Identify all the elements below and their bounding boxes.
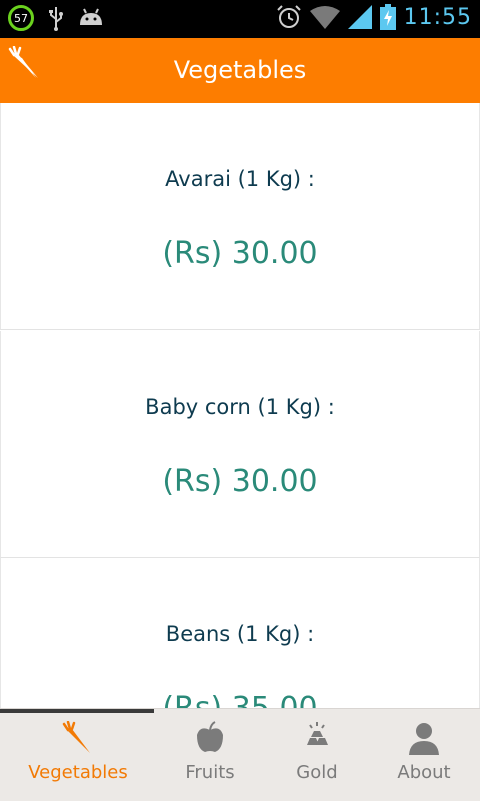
tab-gold[interactable]: Gold (257, 709, 377, 801)
list-item[interactable]: Avarai (1 Kg) : (Rs) 30.00 (0, 103, 480, 330)
status-right: 11:55 (276, 4, 472, 30)
status-clock: 11:55 (403, 4, 472, 30)
status-left: 57 (8, 5, 104, 31)
item-price: (Rs) 30.00 (162, 236, 318, 271)
wifi-icon (309, 6, 340, 29)
item-name: Baby corn (1 Kg) : (145, 395, 335, 419)
signal-icon (347, 5, 372, 29)
page-title: Vegetables (173, 56, 307, 84)
list-item[interactable]: Beans (1 Kg) : (Rs) 35.00 (0, 558, 480, 713)
battery-level: 57 (14, 11, 28, 25)
list-item[interactable]: Baby corn (1 Kg) : (Rs) 30.00 (0, 331, 480, 558)
tab-vegetables[interactable]: Vegetables (18, 709, 138, 801)
action-bar: Vegetables (0, 38, 480, 103)
carrot-icon (62, 721, 90, 753)
product-list[interactable]: Avarai (1 Kg) : (Rs) 30.00 Baby corn (1 … (0, 103, 480, 713)
tab-label: Gold (296, 762, 338, 783)
apple-icon (197, 721, 223, 752)
alarm-icon (276, 5, 301, 28)
tab-about[interactable]: About (364, 709, 480, 801)
item-name: Avarai (1 Kg) : (165, 167, 315, 191)
android-icon (80, 8, 102, 25)
battery-circle-icon: 57 (8, 5, 34, 31)
status-bar: 57 11:55 (0, 0, 480, 38)
tab-label: Fruits (185, 762, 235, 783)
item-name: Beans (1 Kg) : (165, 622, 315, 646)
tab-fruits[interactable]: Fruits (150, 709, 270, 801)
person-icon (409, 723, 439, 755)
tab-label: Vegetables (28, 762, 128, 783)
tab-label: About (397, 762, 451, 783)
battery-charging-icon (379, 4, 396, 30)
gold-bars-icon (307, 722, 328, 745)
usb-icon (49, 7, 63, 31)
item-price: (Rs) 30.00 (162, 464, 318, 499)
bottom-tab-bar: Vegetables Fruits Gold About (0, 708, 480, 801)
